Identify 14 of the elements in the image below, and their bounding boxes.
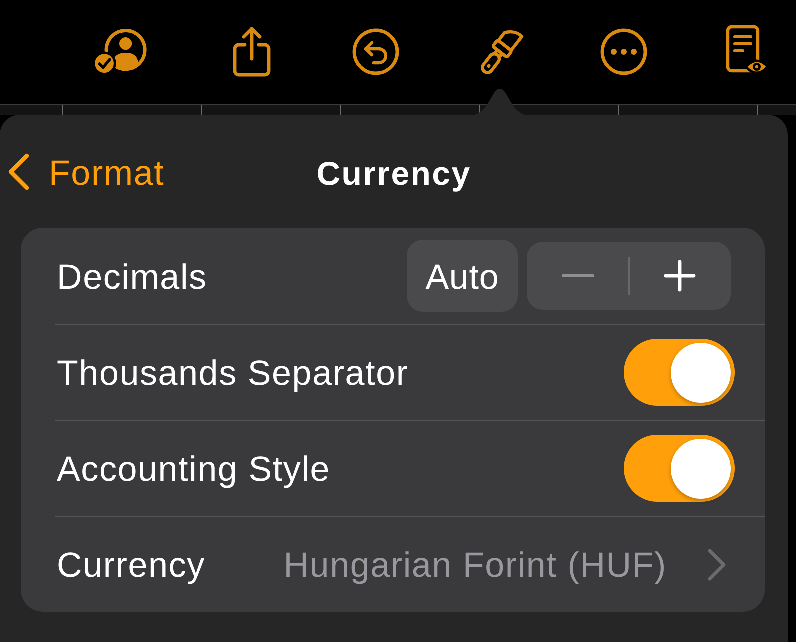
share-icon	[231, 25, 273, 79]
plus-icon	[664, 260, 696, 292]
minus-icon	[562, 274, 594, 278]
currency-value: Hungarian Forint (HUF)	[284, 545, 667, 586]
row-label: Accounting Style	[57, 449, 332, 490]
back-button[interactable]: Format	[0, 150, 165, 194]
row-label: Decimals	[57, 256, 208, 298]
popover-title: Currency	[316, 154, 472, 193]
more-icon	[600, 28, 648, 76]
row-label: Currency	[57, 545, 206, 586]
undo-icon	[352, 28, 400, 76]
auto-button[interactable]: Auto	[407, 240, 518, 312]
row-label: Thousands Separator	[57, 353, 410, 394]
chevron-left-icon	[7, 153, 31, 191]
